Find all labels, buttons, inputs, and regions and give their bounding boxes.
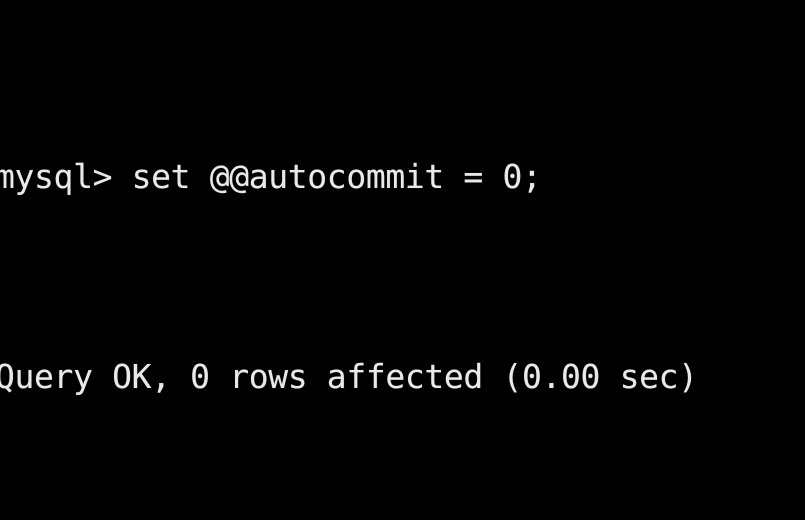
terminal-window[interactable]: mysql> set @@autocommit = 0; Query OK, 0… — [0, 0, 805, 520]
terminal-output-screen[interactable]: mysql> set @@autocommit = 0; Query OK, 0… — [0, 2, 805, 520]
terminal-line-command-set-autocommit: mysql> set @@autocommit = 0; — [0, 157, 542, 196]
terminal-line-result-query-ok: Query OK, 0 rows affected (0.00 sec) — [0, 357, 698, 396]
